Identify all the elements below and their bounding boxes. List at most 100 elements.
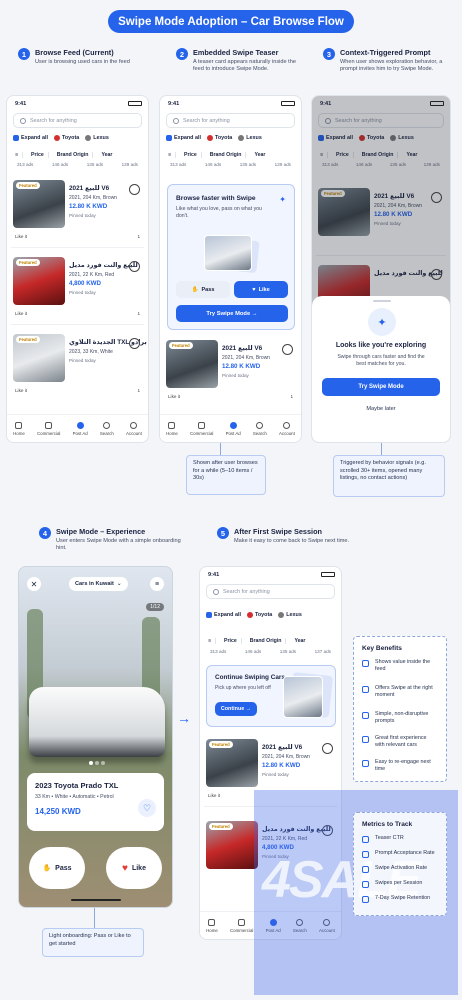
like-button[interactable]: Like it	[15, 311, 27, 316]
nav-search[interactable]: Search	[253, 421, 267, 436]
favorite-heart-icon[interactable]: ♡	[138, 799, 156, 817]
pinned-label: Pinned today	[262, 772, 289, 777]
location-selector[interactable]: Cars in Kuwait ⌄	[69, 577, 128, 591]
nav-commercial[interactable]: Commercial	[37, 421, 60, 436]
nav-home[interactable]: Home	[206, 918, 218, 933]
continue-car-image	[283, 676, 323, 718]
continue-button[interactable]: Continue →	[215, 702, 257, 716]
teaser-car-image	[204, 235, 252, 271]
bolt-icon	[362, 866, 369, 873]
teaser-pass-button[interactable]: ✋ Pass	[176, 281, 230, 298]
tab-expand-all[interactable]: Expand all	[166, 135, 201, 141]
battery-icon	[128, 101, 142, 106]
nav-post-ad[interactable]: Post Ad	[73, 421, 88, 436]
search-input[interactable]: Search for anything	[166, 113, 295, 128]
pass-button[interactable]: ✋ Pass	[29, 847, 85, 889]
favorite-heart-icon[interactable]	[129, 184, 140, 195]
photo-dots	[89, 761, 105, 765]
listing-card[interactable]: Featured 2021 للبيع V6 2021, 204 Km, Bro…	[11, 176, 144, 248]
filter-price[interactable]: Price	[220, 637, 242, 644]
pass-label: Pass	[55, 864, 72, 872]
count: 139 ads	[121, 162, 138, 167]
filter-brand-origin[interactable]: Brand Origin	[53, 151, 94, 158]
filter-brand-origin[interactable]: Brand Origin	[246, 637, 287, 644]
filter-brand-origin[interactable]: Brand Origin	[206, 151, 247, 158]
favorite-heart-icon[interactable]	[322, 743, 333, 754]
filter-year[interactable]: Year	[97, 152, 116, 158]
count: 137 ads	[314, 649, 331, 654]
nav-search[interactable]: Search	[100, 421, 114, 436]
filter-bar: ≡ Price Brand Origin Year	[164, 149, 297, 160]
tab-label: Expand all	[174, 135, 201, 141]
search-icon	[256, 421, 264, 429]
swipe-teaser-card[interactable]: Browse faster with Swipe Like what you l…	[167, 184, 295, 330]
nav-account[interactable]: Account	[278, 421, 295, 436]
step-title: Embedded Swipe Teaser	[193, 48, 279, 57]
filter-price[interactable]: Price	[27, 151, 49, 158]
listing-title: 2021 للبيع V6	[69, 185, 110, 192]
tab-toyota[interactable]: Toyota	[206, 135, 233, 141]
like-button[interactable]: Like it	[208, 793, 220, 798]
continue-swiping-card[interactable]: Continue Swiping Cars Pick up where you …	[206, 665, 336, 727]
step-number: 4	[39, 527, 51, 539]
favorite-heart-icon[interactable]	[282, 344, 293, 355]
bottom-nav: Home Commercial Post Ad Search Account	[160, 414, 301, 442]
filter-icon[interactable]: ≡	[11, 151, 24, 158]
maybe-later-link[interactable]: Maybe later	[312, 406, 450, 412]
step-desc: User is browsing used cars in the feed	[35, 59, 130, 65]
listing-card[interactable]: Featured الجديدة التلاوي TXL برادو 2023,…	[11, 330, 147, 402]
swipe-car-card[interactable]: 2023 Toyota Prado TXL 33 Km • White • Au…	[27, 773, 164, 831]
listing-card[interactable]: Featured للبيع والنت فورد مديل 2021, 22 …	[11, 253, 144, 325]
close-icon[interactable]: ✕	[27, 577, 41, 591]
benefit-text: Easy to re-engage next time	[375, 759, 431, 772]
status-bar: 9:41	[160, 96, 301, 110]
tab-toyota[interactable]: Toyota	[246, 612, 272, 618]
listing-card[interactable]: Featured 2021 للبيع V6 2021, 204 Km, Bro…	[164, 336, 297, 408]
nav-commercial[interactable]: Commercial	[229, 918, 254, 933]
favorite-heart-icon[interactable]	[129, 338, 140, 349]
filter-icon[interactable]: ≡	[150, 577, 164, 591]
filter-icon[interactable]: ≡	[204, 637, 217, 644]
tab-expand-all[interactable]: Expand all	[13, 135, 48, 141]
nav-home[interactable]: Home	[13, 421, 25, 436]
filter-year[interactable]: Year	[290, 638, 309, 644]
filter-price[interactable]: Price	[180, 151, 202, 158]
tab-expand-all[interactable]: Expand all	[206, 612, 241, 618]
filter-bar: ≡ Price Brand Origin Year	[11, 149, 144, 160]
tab-lexus[interactable]: Lexus	[238, 135, 262, 141]
filter-icon[interactable]: ≡	[164, 151, 177, 158]
sheet-handle[interactable]	[373, 300, 391, 302]
search-input[interactable]: Search for anything	[13, 113, 142, 128]
tab-lexus[interactable]: Lexus	[278, 612, 302, 618]
car-meta: 33 Km • White • Automatic • Petrol	[35, 794, 114, 800]
benefit-item: Easy to re-engage next time	[362, 759, 436, 773]
step-title: Context-Triggered Prompt	[340, 48, 431, 57]
nav-account[interactable]: Account	[126, 421, 142, 436]
teaser-like-button[interactable]: ♥ Like	[234, 281, 288, 298]
like-button[interactable]: Like it	[168, 394, 180, 399]
tab-label: Toyota	[214, 135, 233, 141]
tab-label: Expand all	[214, 612, 241, 618]
filter-year[interactable]: Year	[250, 152, 269, 158]
car-title: 2023 Toyota Prado TXL	[35, 781, 119, 790]
nav-commercial[interactable]: Commercial	[190, 421, 213, 436]
tab-toyota[interactable]: Toyota	[53, 135, 79, 141]
try-swipe-mode-button[interactable]: Try Swipe Mode	[322, 378, 440, 396]
nav-label: Commercial	[229, 927, 254, 933]
nav-home[interactable]: Home	[166, 421, 178, 436]
favorite-heart-icon[interactable]	[129, 261, 140, 272]
listing-details: 2021, 22 K Km, Red	[69, 272, 115, 278]
like-button[interactable]: ♥ Like	[106, 847, 162, 889]
plus-icon	[229, 421, 237, 429]
search-input[interactable]: Search for anything	[206, 584, 335, 599]
like-button[interactable]: Like it	[15, 388, 27, 393]
step-2-header: 2 Embedded Swipe Teaser A teaser card ap…	[176, 48, 316, 88]
nav-post-ad[interactable]: Post Ad	[226, 421, 241, 436]
nav-label: Account	[278, 430, 295, 436]
like-label: Like	[131, 864, 146, 872]
like-button[interactable]: Like it	[15, 234, 27, 239]
try-swipe-mode-button[interactable]: Try Swipe Mode →	[176, 305, 288, 322]
tab-lexus[interactable]: Lexus	[85, 135, 109, 141]
metric-item: Prompt Acceptance Rate	[362, 850, 436, 858]
search-icon	[103, 421, 111, 429]
